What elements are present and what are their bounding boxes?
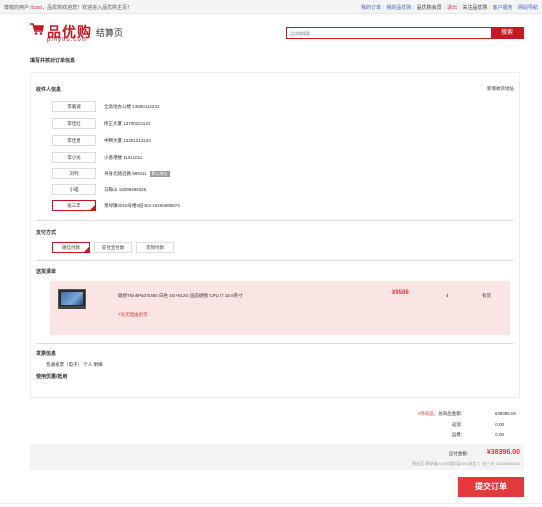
address-detail-3: 小香港楼 11011011 <box>104 155 143 160</box>
address-name-5[interactable]: 小喵 <box>52 184 96 195</box>
address-detail-0: 全高地办公楼 13900112222 <box>104 104 160 109</box>
top-bar: 尊敬的用户 itcast，品优购欢迎您！欢迎进入品优购主页！ 我的订单 | 我的品优… <box>0 0 542 14</box>
address-name-6-selected[interactable]: 张三丰 <box>52 200 96 211</box>
divider <box>36 220 514 221</box>
goods-total-value: ¥38396.00 <box>494 411 516 416</box>
address-detail-1: 修正大厦 13700221122 <box>104 121 151 126</box>
selected-corner-mark <box>84 247 89 252</box>
address-name-3[interactable]: 李小龙 <box>52 152 96 163</box>
address-name-4[interactable]: 刘列 <box>52 168 96 179</box>
address-name-1[interactable]: 李佳红 <box>52 118 96 129</box>
logo[interactable]: 品优购 pinyou.com 结算页 <box>30 22 123 46</box>
divider <box>36 343 514 344</box>
address-detail-5: 马鞍山 18299496325 <box>104 187 147 192</box>
address-detail-6: 莱绿镇2015号楼3层404 15265965874 <box>104 203 180 208</box>
laptop-screen <box>61 292 83 305</box>
laptop-keyboard <box>59 306 85 309</box>
pay-wechat-button[interactable]: 微信付款 <box>52 242 90 253</box>
search-button[interactable]: 搜索 <box>491 27 523 39</box>
rebate-value: 0.00 <box>495 422 504 427</box>
item-name[interactable]: 联想ThinkPad E480 白色 4G+512G 固态硬盘 CPU i7 1… <box>118 293 243 299</box>
pay-alipay-button[interactable]: 支付宝付款 <box>94 242 132 253</box>
footer-divider <box>0 503 542 504</box>
welcome-message: 尊敬的用户 itcast，品优购欢迎您！欢迎进入品优购主页！ <box>4 4 132 11</box>
divider <box>36 260 514 261</box>
invoice-value[interactable]: 普通发票（电子） 个人 明细 <box>46 362 103 368</box>
item-quantity: 4 <box>446 293 449 298</box>
coupon-title[interactable]: 使用优惠/抵用 <box>36 373 67 380</box>
address-detail-4: 寻身北随沼路 999111 默认地址 <box>104 171 170 177</box>
link-member[interactable]: 品优购会员 <box>417 5 442 11</box>
selected-corner-mark <box>90 205 95 210</box>
address-name-0[interactable]: 李嘉诚 <box>52 101 96 112</box>
link-my-orders[interactable]: 我的订单 <box>361 5 381 11</box>
search-input[interactable] <box>287 28 493 38</box>
invoice-title: 发票信息 <box>36 351 57 357</box>
username-link[interactable]: itcast <box>30 5 42 11</box>
link-my-pinyougou[interactable]: 我的品优购 <box>386 5 411 11</box>
payable-label: 应付金额: <box>448 451 468 456</box>
greet-prefix: 尊敬的用户 <box>4 5 30 11</box>
address-detail-2: 中腾大厦 13301212233 <box>104 138 151 143</box>
shipping-label: 运费: <box>451 432 462 437</box>
link-site-nav[interactable]: 网站导航 <box>518 5 538 11</box>
address-title: 收件人信息 <box>36 87 62 93</box>
goods-total-label: 4件商品，总商品金额: <box>418 411 462 417</box>
item-stock: 有货 <box>482 293 491 298</box>
submit-order-button[interactable]: 提交订单 <box>458 477 524 497</box>
payment-title: 支付方式 <box>36 230 57 236</box>
address-name-6-label: 张三丰 <box>67 203 81 208</box>
brand-pinyin: pinyou.com <box>47 37 88 43</box>
shopping-cart-icon <box>30 23 44 35</box>
pay-wechat-label: 微信付款 <box>62 245 80 250</box>
search-box: 搜索 <box>286 27 524 39</box>
page-title: 结算页 <box>96 28 124 38</box>
greet-suffix: ，品优购欢迎您！欢迎进入品优购主页！ <box>42 5 133 11</box>
item-count: 4件商品， <box>417 411 439 416</box>
top-links: 我的订单 | 我的品优购 | 品优购会员 | 退出 | 关注品优购 | 客户服务 | 网站导航 <box>361 5 538 11</box>
ship-to-info: 寄送至:莱绿镇2015号楼3层404 收货人: 张三丰 15265965874 <box>412 461 520 466</box>
items-title: 送货清单 <box>36 269 57 275</box>
default-address-badge: 默认地址 <box>149 171 170 177</box>
address-name-2[interactable]: 李佳星 <box>52 135 96 146</box>
item-price: ¥9599 <box>392 290 409 296</box>
pay-cod-button[interactable]: 货到付款 <box>136 242 174 253</box>
add-address-link[interactable]: 新增收货地址 <box>487 86 514 92</box>
shipping-value: 0.00 <box>495 432 504 437</box>
address-detail-4-text: 寻身北随沼路 999111 <box>104 171 147 176</box>
rebate-label: 返现: <box>451 422 462 427</box>
return-policy-text: 7天无理由退货 <box>118 312 148 317</box>
link-follow[interactable]: 关注品优购 <box>462 5 487 11</box>
checkout-heading: 填写并核对订单信息 <box>30 58 76 64</box>
link-customer-service[interactable]: 客户服务 <box>493 5 513 11</box>
payable-amount: ¥38396.00 <box>486 449 520 456</box>
laptop-thumbnail[interactable] <box>58 289 86 309</box>
link-logout[interactable]: 退出 <box>447 5 457 11</box>
goods-total-text: 总商品金额: <box>438 411 462 416</box>
cart-item-row: 联想ThinkPad E480 白色 4G+512G 固态硬盘 CPU i7 1… <box>50 281 510 335</box>
